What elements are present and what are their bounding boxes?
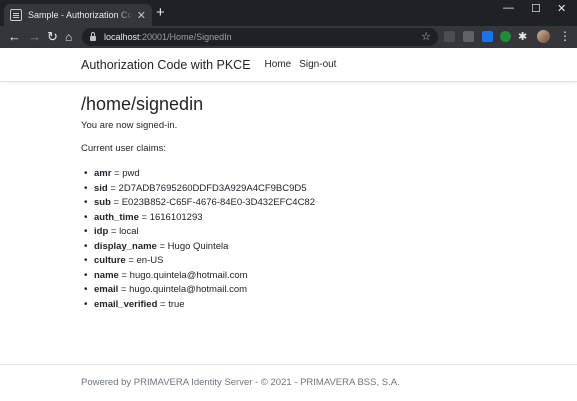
new-tab-button[interactable]: +	[156, 5, 165, 20]
avatar[interactable]	[537, 30, 550, 43]
signed-in-text: You are now signed-in.	[81, 120, 178, 131]
claims-list: amr = pwd sid = 2D7ADB7695260DDFD3A929A4…	[81, 167, 501, 312]
lock-icon	[90, 32, 96, 41]
claim-value: = 2D7ADB7695260DDFD3A929A4CF9BC9D5	[107, 182, 307, 194]
site-brand[interactable]: Authorization Code with PKCE	[81, 58, 251, 72]
main-content: /home/signedin You are now signed-in. Cu…	[81, 93, 501, 312]
extension-icon[interactable]	[444, 31, 455, 42]
home-icon[interactable]: ⌂	[65, 29, 72, 45]
claim-value: = hugo.quintela@hotmail.com	[118, 284, 248, 295]
claim-item: culture = en-US	[84, 254, 501, 269]
extension-icon[interactable]	[463, 31, 474, 42]
nav-link-home[interactable]: Home	[265, 59, 292, 70]
close-window-icon[interactable]: ✕	[557, 2, 566, 15]
back-arrow-icon[interactable]: ←	[8, 29, 21, 45]
claim-item: sid = 2D7ADB7695260DDFD3A929A4CF9BC9D5	[84, 182, 501, 197]
puzzle-icon[interactable]: ✱	[518, 29, 527, 45]
claim-key: name	[94, 269, 119, 281]
web-page: Authorization Code with PKCE Home Sign-o…	[0, 48, 577, 401]
extension-icon[interactable]	[500, 31, 511, 42]
claims-heading: Current user claims:	[81, 143, 166, 154]
url-host: localhost	[104, 32, 140, 42]
footer-text: Powered by PRIMAVERA Identity Server - ©…	[81, 377, 400, 388]
kebab-menu-icon[interactable]: ⋮	[559, 29, 571, 43]
claim-key: amr	[94, 168, 112, 179]
claim-key: email_verified	[94, 298, 158, 310]
claim-value: = local	[108, 226, 139, 237]
minimize-icon[interactable]: —	[503, 2, 514, 14]
browser-toolbar: ← → ↻ ⌂ localhost:20001/Home/SignedIn ☆ …	[0, 26, 577, 48]
page-title: /home/signedin	[81, 94, 204, 114]
claim-item: name = hugo.quintela@hotmail.com	[84, 269, 501, 284]
claim-value: = true	[157, 298, 185, 310]
claim-key: display_name	[94, 240, 157, 252]
address-bar[interactable]: localhost:20001/Home/SignedIn ☆	[82, 28, 438, 46]
claim-key: email	[94, 284, 119, 295]
claim-value: = hugo.quintela@hotmail.com	[118, 269, 248, 281]
claim-value: = pwd	[111, 168, 140, 179]
site-navbar: Authorization Code with PKCE Home Sign-o…	[0, 48, 577, 82]
claim-item: amr = pwd	[84, 167, 501, 182]
claim-item: display_name = Hugo Quintela	[84, 240, 501, 255]
claim-value: = 1616101293	[138, 211, 203, 223]
cloud-extension-icon[interactable]	[482, 31, 493, 42]
close-icon[interactable]: ✕	[137, 9, 146, 22]
claim-item: sub = E023B852-C65F-4676-84E0-3D432EFC4C…	[84, 196, 501, 211]
claim-key: sid	[94, 182, 108, 194]
claim-key: idp	[94, 226, 109, 237]
claim-value: = Hugo Quintela	[156, 240, 229, 252]
reload-icon[interactable]: ↻	[47, 29, 58, 45]
browser-tab-bar: Sample - Authorization Code with PKCE ✕ …	[0, 0, 577, 26]
claim-key: sub	[94, 197, 111, 208]
document-icon	[10, 9, 22, 21]
star-icon[interactable]: ☆	[421, 30, 431, 43]
claim-item: email = hugo.quintela@hotmail.com	[84, 283, 501, 298]
claim-item: idp = local	[84, 225, 501, 240]
url-path: :20001/Home/SignedIn	[139, 32, 232, 42]
claim-value: = E023B852-C65F-4676-84E0-3D432EFC4C82	[110, 197, 316, 208]
claim-value: = en-US	[125, 255, 164, 266]
site-footer: Powered by PRIMAVERA Identity Server - ©…	[0, 364, 577, 401]
claim-key: culture	[94, 255, 126, 266]
url-text: localhost:20001/Home/SignedIn	[104, 32, 232, 42]
forward-arrow-icon[interactable]: →	[28, 29, 41, 45]
claim-key: auth_time	[94, 211, 139, 223]
claim-item: auth_time = 1616101293	[84, 211, 501, 226]
maximize-icon[interactable]: ☐	[531, 2, 541, 15]
browser-tab[interactable]: Sample - Authorization Code with PKCE ✕	[4, 4, 152, 26]
claim-item: email_verified = true	[84, 298, 501, 313]
tab-title: Sample - Authorization Code with PKCE	[28, 10, 133, 20]
nav-link-sign-out[interactable]: Sign-out	[299, 59, 336, 70]
